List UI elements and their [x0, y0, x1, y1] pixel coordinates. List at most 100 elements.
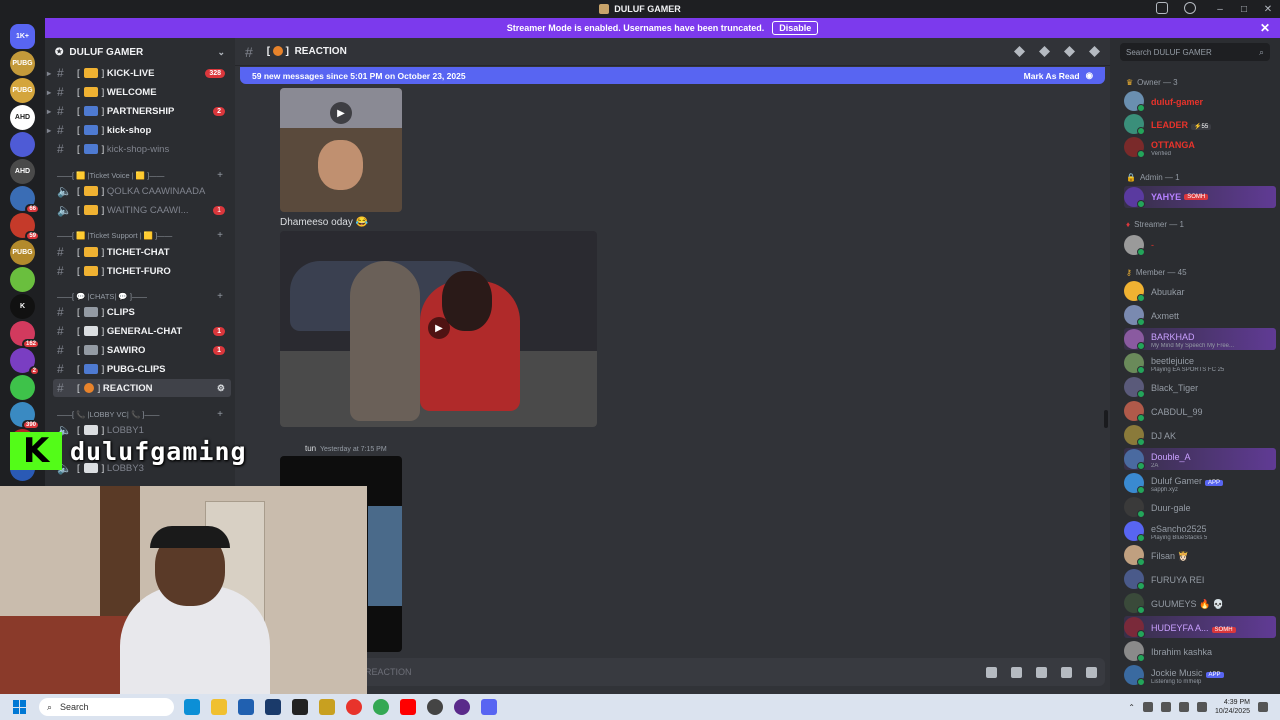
photos-icon[interactable] — [265, 699, 281, 715]
add-channel-icon[interactable]: + — [217, 230, 223, 241]
server-icon[interactable]: K — [10, 294, 35, 319]
server-icon[interactable]: 66 — [10, 186, 40, 214]
apps-icon[interactable] — [1086, 666, 1097, 678]
notifications-icon[interactable] — [1258, 702, 1268, 712]
close-window-button[interactable]: ✕ — [1256, 4, 1280, 15]
video-attachment[interactable]: ▶ — [280, 231, 597, 427]
member-item[interactable]: Filsan 👸🏻 — [1124, 544, 1276, 566]
member-item[interactable]: Duluf Gamer APP sapph.xyz — [1124, 472, 1276, 494]
channel-partnership[interactable]: ▸ #[] PARTNERSHIP 2 — [47, 102, 231, 120]
battery-icon[interactable] — [1196, 702, 1207, 712]
member-item[interactable]: DJ AK — [1124, 424, 1276, 446]
member-item[interactable]: LEADER ⚡55 — [1124, 113, 1276, 135]
server-icon[interactable]: 2 — [10, 348, 40, 376]
member-item[interactable]: Abuukar — [1124, 280, 1276, 302]
minimize-button[interactable]: – — [1208, 4, 1232, 15]
member-item[interactable]: BARKHAD My Mind My Speech My Free... — [1124, 328, 1276, 350]
mark-as-read-button[interactable]: Mark As Read — [1024, 71, 1080, 81]
new-messages-bar[interactable]: 59 new messages since 5:01 PM on October… — [240, 67, 1105, 84]
member-item[interactable]: Ibrahim kashka — [1124, 640, 1276, 662]
file-explorer-icon[interactable] — [211, 699, 227, 715]
category-chats[interactable]: ——[ 💬 |CHATS| 💬 ]—— + — [53, 289, 231, 303]
member-item[interactable]: GUUMEYS 🔥 💀 — [1124, 592, 1276, 614]
edge-icon[interactable] — [184, 699, 200, 715]
channel-waiting-caawinaada[interactable]: 🔈[] WAITING CAAWI... 1 — [53, 201, 231, 219]
message-input[interactable]: REACTION — [245, 658, 1105, 686]
server-icon[interactable]: 59 — [10, 213, 40, 241]
member-item[interactable]: - — [1124, 234, 1276, 256]
member-item[interactable]: Duur-gale — [1124, 496, 1276, 518]
inbox-icon[interactable] — [1156, 2, 1168, 14]
channel-sawiro[interactable]: #[] SAWIRO 1 — [53, 341, 231, 359]
category-ticket-support[interactable]: ——[ 🟨 |Ticket Support | 🟨 ]—— + — [53, 228, 231, 242]
channel-ticket-furo[interactable]: #[] TICHET-FURO — [53, 262, 231, 280]
member-item[interactable]: FURUYA REI — [1124, 568, 1276, 590]
pinned-messages-icon[interactable] — [1064, 46, 1075, 57]
taskbar-search[interactable]: ⌕ Search — [39, 698, 174, 716]
search-input[interactable]: Search DULUF GAMER ⌕ — [1120, 43, 1270, 61]
channel-kick-shop-wins[interactable]: #[] kick-shop-wins — [53, 140, 231, 158]
disable-streamer-mode-button[interactable]: Disable — [772, 21, 819, 35]
close-banner-icon[interactable]: ✕ — [1260, 21, 1270, 35]
channel-general-chat[interactable]: #[] GENERAL-CHAT 1 — [53, 322, 231, 340]
volume-icon[interactable] — [1178, 702, 1189, 712]
channel-clips[interactable]: #[] CLIPS — [53, 303, 231, 321]
member-item[interactable]: Axmett — [1124, 304, 1276, 326]
member-item[interactable]: Black_Tiger — [1124, 376, 1276, 398]
obs-icon[interactable] — [427, 699, 443, 715]
taskbar-clock[interactable]: 4:39 PM 10/24/2025 — [1215, 698, 1250, 716]
member-list-icon[interactable] — [1089, 46, 1100, 57]
add-channel-icon[interactable]: + — [217, 409, 223, 420]
store-icon[interactable] — [238, 699, 254, 715]
channel-qolka-caawinaada[interactable]: 🔈[] QOLKA CAAWINAADA — [53, 182, 231, 200]
chevron-up-icon[interactable]: ⌃ — [1128, 703, 1135, 712]
channel-ticket-chat[interactable]: #[] TICHET-CHAT — [53, 243, 231, 261]
help-icon[interactable] — [1184, 2, 1196, 14]
windows-start-icon[interactable] — [13, 700, 27, 714]
server-icon[interactable] — [10, 375, 35, 400]
maximize-button[interactable]: □ — [1232, 4, 1256, 15]
member-item[interactable]: CABDUL_99 — [1124, 400, 1276, 422]
emoji-picker-icon[interactable] — [1061, 666, 1072, 678]
discord-icon[interactable] — [481, 699, 497, 715]
add-channel-icon[interactable]: + — [217, 170, 223, 181]
channel-welcome[interactable]: ▸ #[] WELCOME — [47, 83, 231, 101]
threads-icon[interactable] — [1014, 46, 1025, 57]
gif-icon[interactable] — [1011, 666, 1022, 678]
scrollbar-thumb[interactable] — [1104, 410, 1108, 428]
member-item[interactable]: beetlejuice Playing EA SPORTS FC 25 — [1124, 352, 1276, 374]
play-icon[interactable]: ▶ — [330, 102, 352, 124]
channel-reaction[interactable]: #[] REACTION ⚙ — [53, 379, 231, 397]
network-icon[interactable] — [1160, 702, 1171, 712]
server-header[interactable]: ✪ DULUF GAMER ⌄ — [45, 38, 235, 66]
category-ticket-voice[interactable]: ——[ 🟨 |Ticket Voice | 🟨 ]—— + — [53, 168, 231, 182]
channel-pubg-clips[interactable]: #[] PUBG-CLIPS — [53, 360, 231, 378]
server-icon[interactable]: PUBG — [10, 51, 35, 76]
app-icon[interactable] — [319, 699, 335, 715]
settings-gear-icon[interactable]: ⚙ — [217, 383, 225, 394]
sticker-icon[interactable] — [1036, 666, 1047, 678]
server-icon[interactable]: 1K+ — [10, 24, 35, 49]
member-item[interactable]: OTTANGA Verified — [1124, 136, 1276, 158]
chrome-icon[interactable] — [373, 699, 389, 715]
member-item[interactable]: Jockie Music APP Listening to m!help — [1124, 664, 1276, 686]
channel-kick-live[interactable]: ▸ #[] KICK-LIVE 328 — [47, 64, 231, 82]
gift-icon[interactable] — [986, 666, 997, 678]
play-icon[interactable]: ▶ — [428, 317, 450, 339]
epic-games-icon[interactable] — [292, 699, 308, 715]
youtube-icon[interactable] — [400, 699, 416, 715]
server-icon[interactable]: AHD — [10, 159, 35, 184]
member-item[interactable]: Double_A 2A — [1124, 448, 1276, 470]
member-item[interactable]: HUDEYFA A... SOMH — [1124, 616, 1276, 638]
server-icon[interactable]: 390 — [10, 402, 40, 430]
member-item[interactable]: YAHYE SOMH — [1124, 186, 1276, 208]
mute-notifications-icon[interactable] — [1039, 46, 1050, 57]
server-icon[interactable] — [10, 132, 35, 157]
message-author[interactable]: tun — [305, 444, 316, 453]
server-icon[interactable]: PUBG — [10, 240, 35, 265]
server-icon[interactable]: 162 — [10, 321, 40, 349]
member-item[interactable]: eSancho2525 Playing BlueStacks 5 — [1124, 520, 1276, 542]
microphone-icon[interactable] — [1142, 702, 1153, 712]
server-icon[interactable]: AHD — [10, 105, 35, 130]
channel-kick-shop[interactable]: ▸ #[] kick-shop — [47, 121, 231, 139]
